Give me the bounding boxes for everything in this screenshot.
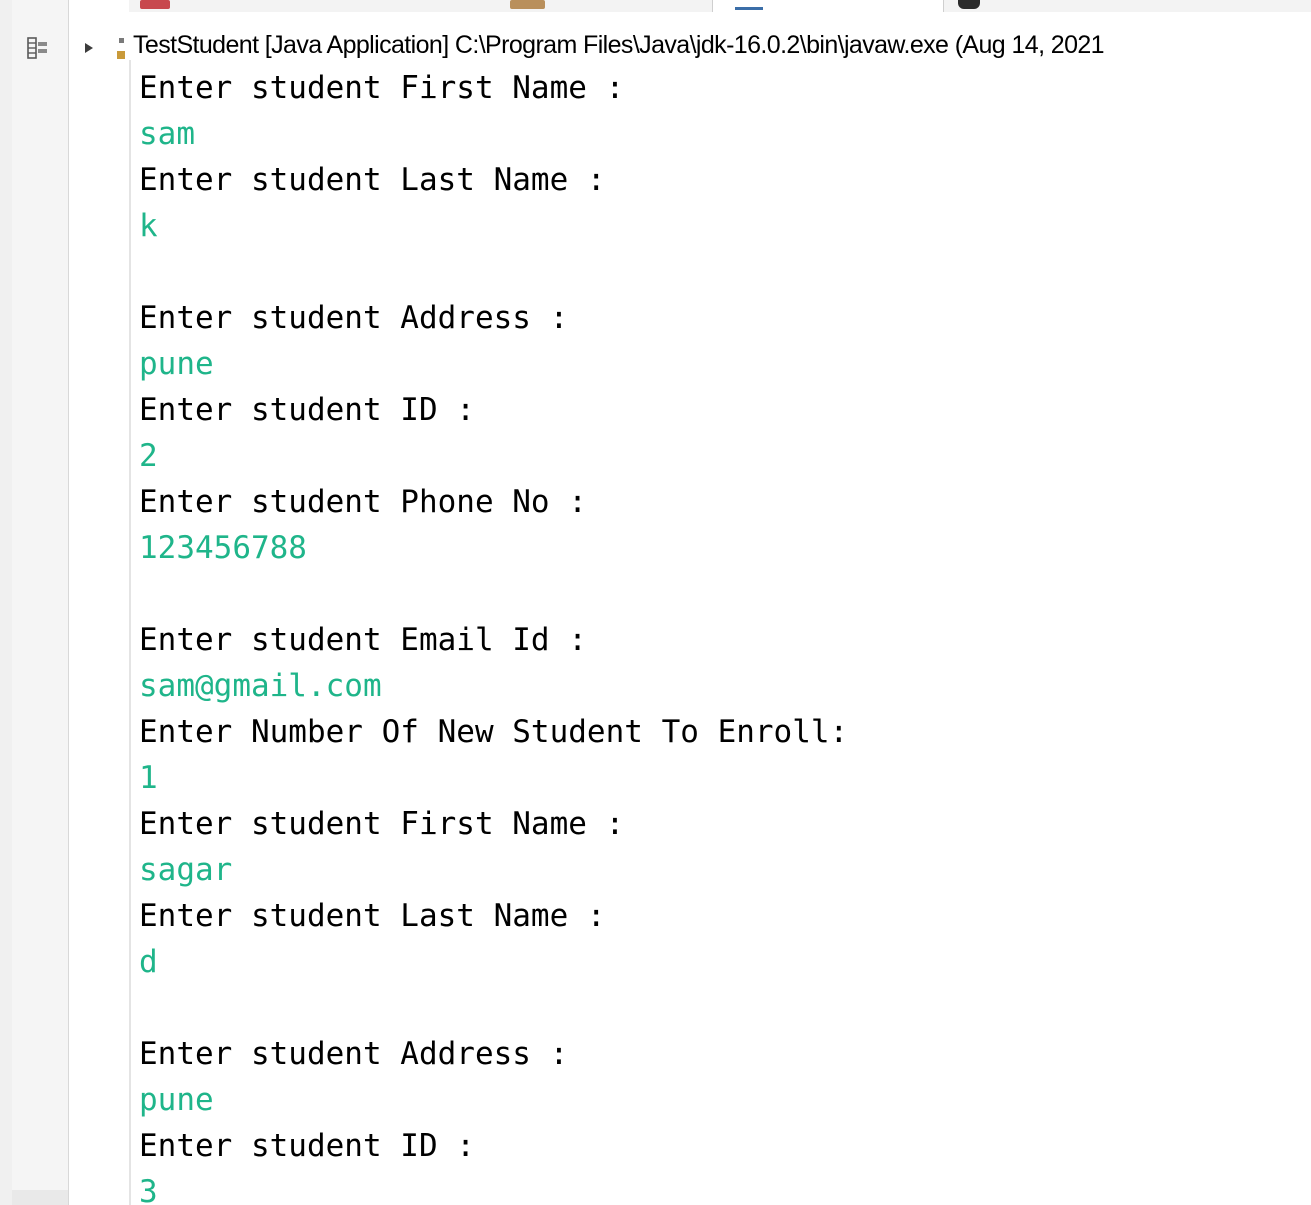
left-edge [0,0,12,1205]
error-icon[interactable] [140,0,170,9]
console-input-line: 1 [139,760,158,796]
console-view: TestStudent [Java Application] C:\Progra… [0,0,1311,1205]
expand-arrow-icon[interactable] [84,42,94,54]
console-input-line: 2 [139,438,158,474]
launch-icon [117,38,125,59]
console-input-line: pune [139,1082,214,1118]
console-input-line: sam [139,116,195,152]
toolbar-strip [0,0,1311,12]
task-icon[interactable] [510,0,545,9]
console-input-line: 3 [139,1174,158,1205]
console-prompt-line: Enter student Email Id : [139,622,587,658]
debug-icon[interactable] [958,0,980,9]
console-input-line: sagar [139,852,233,888]
console-prompt-line: Enter student Last Name : [139,898,606,934]
tree-gutter [69,0,129,1205]
console-input-line: sam@gmail.com [139,668,382,704]
tab-console[interactable] [712,0,944,12]
console-border [129,60,131,1205]
gutter-footer [12,1190,68,1205]
console-prompt-line: Enter student ID : [139,1128,475,1164]
console-process-title: TestStudent [Java Application] C:\Progra… [133,31,1105,59]
console-prompt-line: Enter Number Of New Student To Enroll: [139,714,849,750]
console-prompt-line: Enter student Address : [139,1036,569,1072]
console-prompt-line: Enter student First Name : [139,70,625,106]
console-prompt-line: Enter student Phone No : [139,484,587,520]
console-input-line: 123456788 [139,530,307,566]
console-tab-icon [735,7,763,10]
console-prompt-line: Enter student ID : [139,392,475,428]
console-input-line: k [139,208,158,244]
left-gutter [12,0,69,1205]
console-prompt-line: Enter student Address : [139,300,569,336]
console-input-line: pune [139,346,214,382]
console-output: Enter student First Name : sam Enter stude… [139,65,1309,1205]
console-prompt-line: Enter student First Name : [139,806,625,842]
layout-icon[interactable] [27,37,49,59]
console-prompt-line: Enter student Last Name : [139,162,606,198]
console-input-line: d [139,944,158,980]
